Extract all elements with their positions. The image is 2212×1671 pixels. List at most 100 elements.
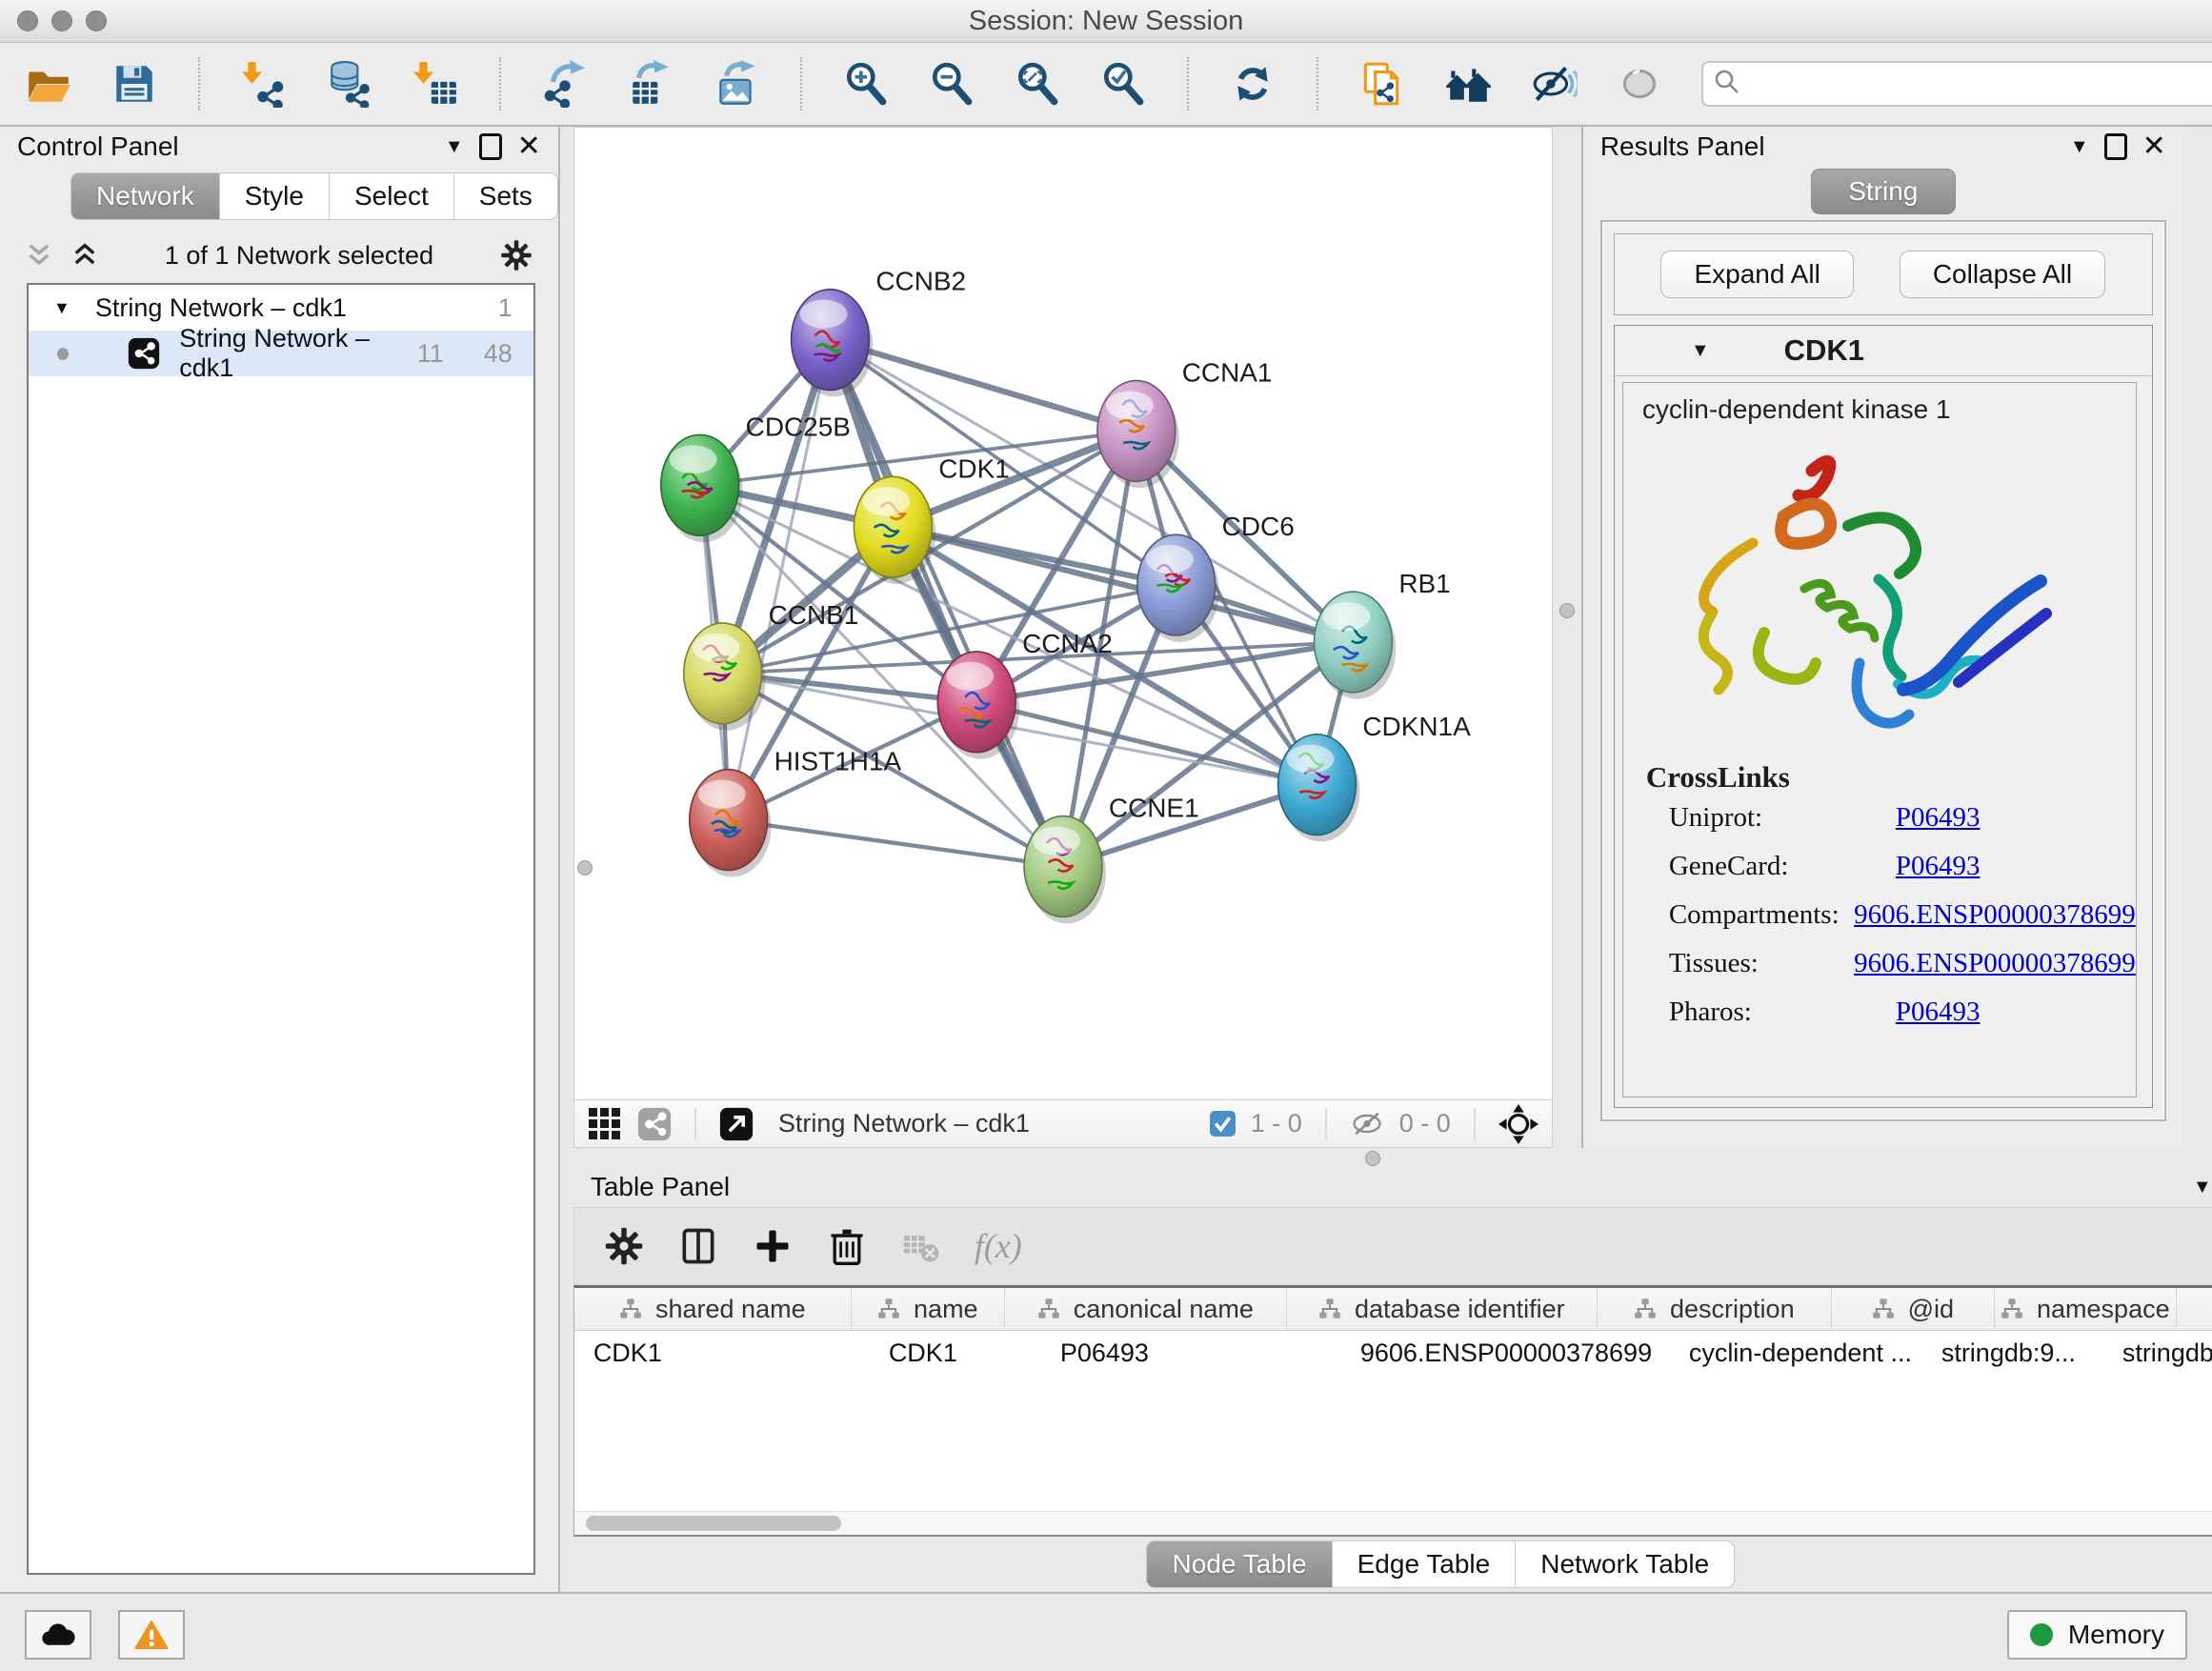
export-network-button[interactable] — [541, 55, 589, 112]
share-view-icon[interactable] — [637, 1107, 672, 1141]
panel-menu-icon[interactable]: ▼ — [445, 136, 464, 158]
memory-button[interactable]: Memory — [2007, 1610, 2187, 1660]
close-panel-icon[interactable]: ✕ — [2142, 132, 2166, 161]
crosslink-label: Pharos: — [1669, 997, 1896, 1028]
column-header-canonical-name[interactable]: canonical name — [1005, 1288, 1287, 1330]
tab-network[interactable]: Network — [70, 172, 220, 220]
panel-menu-icon[interactable]: ▼ — [2070, 136, 2089, 158]
close-panel-icon[interactable]: ✕ — [517, 132, 541, 161]
network-edge[interactable] — [893, 527, 1353, 642]
zoom-in-button[interactable] — [842, 55, 890, 112]
table-gear-icon[interactable] — [603, 1225, 645, 1267]
import-network-database-button[interactable] — [326, 55, 373, 112]
save-session-button[interactable] — [111, 55, 158, 112]
node-HIST1H1A[interactable]: HIST1H1A — [690, 747, 902, 877]
table-splitter[interactable] — [560, 1148, 2212, 1167]
tab-network-table[interactable]: Network Table — [1516, 1540, 1735, 1588]
node-CCNB2[interactable]: CCNB2 — [791, 267, 966, 397]
clone-network-button[interactable] — [1358, 55, 1406, 112]
tab-select[interactable]: Select — [330, 172, 454, 220]
column-header-shared-name[interactable]: shared name — [574, 1288, 852, 1330]
hide-selected-button[interactable] — [1530, 55, 1578, 112]
search-input[interactable] — [1701, 61, 2212, 107]
open-session-button[interactable] — [25, 55, 72, 112]
tree-collapse-icon[interactable]: ▼ — [53, 298, 70, 318]
scrollbar-thumb[interactable] — [586, 1516, 841, 1531]
float-panel-icon[interactable] — [479, 133, 502, 160]
grid-view-icon[interactable] — [588, 1107, 622, 1141]
network-view[interactable]: CCNB2CCNA1CDC25BCDK1CDC6RB1CCNB1CCNA2CDK… — [573, 127, 1553, 1100]
panel-menu-icon[interactable]: ▼ — [2193, 1177, 2212, 1198]
tab-string[interactable]: String — [1811, 169, 1956, 214]
refresh-button[interactable] — [1229, 55, 1277, 112]
open-in-window-icon[interactable] — [719, 1107, 754, 1141]
add-column-icon[interactable] — [752, 1225, 794, 1267]
zoom-fit-button[interactable] — [1014, 55, 1061, 112]
table-cell[interactable]: stringdb:9... — [1922, 1331, 2103, 1375]
import-table-file-button[interactable] — [412, 55, 459, 112]
network-edge[interactable] — [830, 340, 1063, 867]
crosslink-link[interactable]: P06493 — [1896, 997, 1981, 1028]
horizontal-scrollbar[interactable] — [574, 1511, 2212, 1535]
zoom-out-button[interactable] — [928, 55, 975, 112]
node-CDKN1A[interactable]: CDKN1A — [1277, 712, 1471, 842]
table-toolbar: f(x) — [573, 1207, 2212, 1285]
main-toolbar: ? — [0, 43, 2212, 127]
crosslink-link[interactable]: P06493 — [1896, 851, 1981, 882]
network-canvas[interactable]: CCNB2CCNA1CDC25BCDK1CDC6RB1CCNB1CCNA2CDK… — [574, 128, 1552, 1099]
show-all-button[interactable] — [1616, 55, 1663, 112]
results-panel: Results Panel ▼ ✕ String Expand All Coll… — [1581, 127, 2183, 1148]
birdseye-crosshair-icon[interactable] — [1498, 1104, 1538, 1144]
collapse-all-chevron-icon[interactable] — [25, 241, 53, 270]
window-title: Session: New Session — [0, 6, 2212, 37]
network-edge[interactable] — [728, 820, 1062, 867]
delete-column-icon[interactable] — [826, 1225, 868, 1267]
table-cell[interactable]: CDK1 — [574, 1331, 870, 1375]
crosslink-link[interactable]: 9606.ENSP00000378699 — [1854, 948, 2136, 979]
zoom-out-icon — [928, 60, 975, 108]
table-row[interactable]: CDK1CDK1P064939606.ENSP00000378699cyclin… — [574, 1331, 2212, 1375]
warnings-button[interactable] — [118, 1610, 185, 1660]
table-cell[interactable]: cyclin-dependent ... — [1670, 1331, 1922, 1375]
gene-collapse-icon[interactable]: ▼ — [1691, 340, 1710, 362]
node-CCNA1[interactable]: CCNA1 — [1097, 357, 1273, 488]
table-splitter-handle[interactable] — [1365, 1151, 1380, 1166]
column-header-database-identifier[interactable]: database identifier — [1287, 1288, 1598, 1330]
expand-all-button[interactable]: Expand All — [1660, 251, 1853, 298]
float-panel-icon[interactable] — [2104, 133, 2127, 160]
export-image-button[interactable] — [713, 55, 760, 112]
gene-header[interactable]: ▼ CDK1 — [1615, 326, 2152, 376]
column-header-namespace[interactable]: namespace — [1995, 1288, 2177, 1330]
table-cell[interactable]: stringdb — [2103, 1331, 2212, 1375]
node-CCNE1[interactable]: CCNE1 — [1024, 794, 1199, 924]
column-header-name[interactable]: name — [852, 1288, 1005, 1330]
tab-sets[interactable]: Sets — [454, 172, 558, 220]
export-table-button[interactable] — [627, 55, 674, 112]
import-network-file-button[interactable] — [240, 55, 288, 112]
open-folder-icon — [25, 60, 72, 108]
table-cell[interactable]: 9606.ENSP00000378699 — [1341, 1331, 1670, 1375]
selected-checkbox-icon[interactable] — [1210, 1111, 1236, 1137]
table-cell[interactable]: P06493 — [1041, 1331, 1341, 1375]
column-header-description[interactable]: description — [1598, 1288, 1832, 1330]
eye-disabled-icon — [1616, 60, 1663, 108]
crosslink-link[interactable]: P06493 — [1896, 802, 1981, 834]
tab-edge-table[interactable]: Edge Table — [1333, 1540, 1517, 1588]
node-RB1[interactable]: RB1 — [1314, 569, 1450, 699]
collapse-all-button[interactable]: Collapse All — [1900, 251, 2105, 298]
crosslink-link[interactable]: 9606.ENSP00000378699 — [1854, 899, 2136, 931]
control-panel-splitter-handle[interactable] — [577, 860, 593, 876]
tab-style[interactable]: Style — [220, 172, 330, 220]
network-edge[interactable] — [830, 340, 1136, 432]
show-columns-icon[interactable] — [677, 1225, 719, 1267]
expand-all-chevron-icon[interactable] — [70, 241, 99, 270]
column-header--id[interactable]: @id — [1832, 1288, 1995, 1330]
network-row-selected[interactable]: String Network – cdk1 11 48 — [29, 331, 533, 376]
first-neighbors-button[interactable] — [1444, 55, 1492, 112]
zoom-selected-button[interactable] — [1099, 55, 1147, 112]
results-splitter-handle[interactable] — [1559, 603, 1575, 618]
table-cell[interactable]: CDK1 — [870, 1331, 1041, 1375]
tab-node-table[interactable]: Node Table — [1146, 1540, 1332, 1588]
gear-icon[interactable] — [499, 238, 533, 272]
cloud-status-button[interactable] — [25, 1610, 91, 1660]
